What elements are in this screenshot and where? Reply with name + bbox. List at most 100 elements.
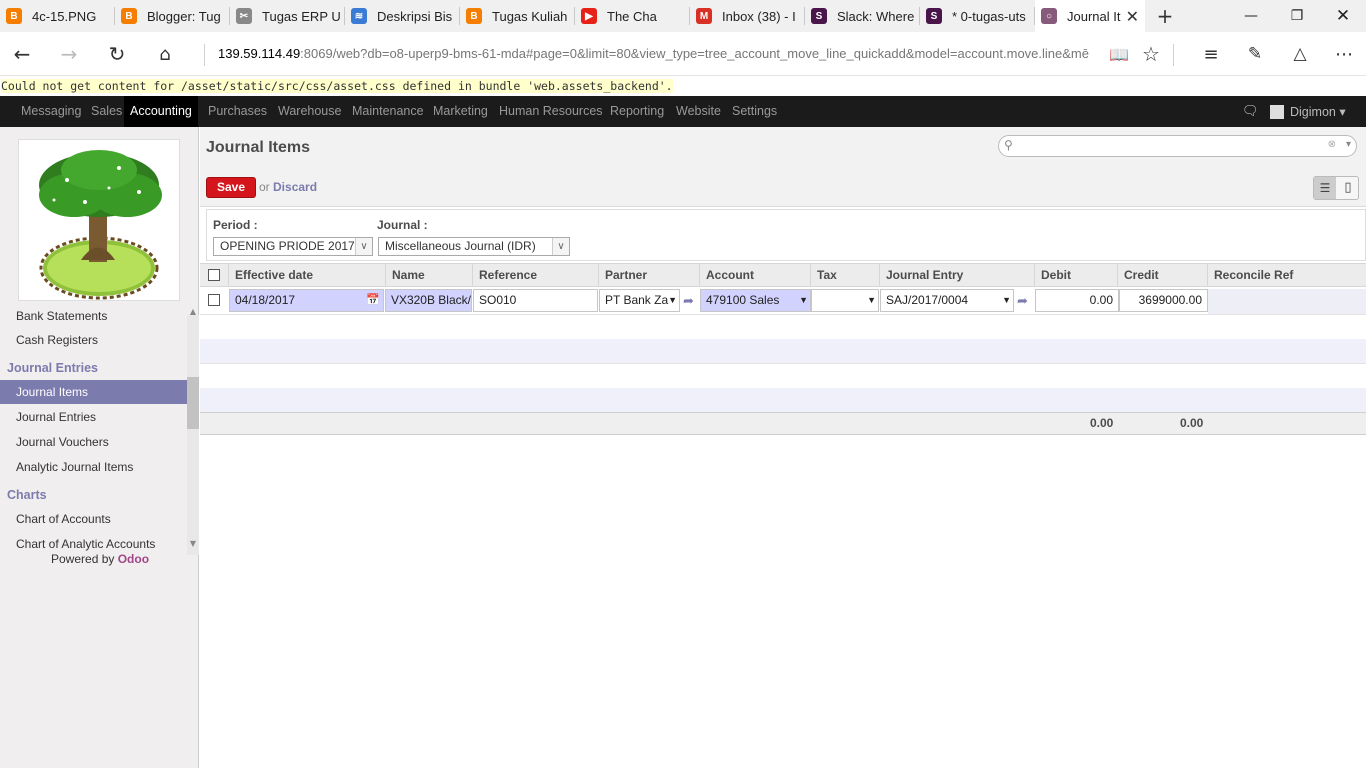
row-checkbox[interactable] [208,294,220,306]
menu-item-marketing[interactable]: Marketing [433,96,488,127]
tab-label: Tugas Kuliah [492,8,568,24]
browser-tab[interactable]: ✂ Tugas ERP U [230,0,345,32]
reading-view-icon[interactable]: 📖 [1107,42,1131,66]
favorite-star-icon[interactable]: ☆ [1139,42,1163,66]
more-icon[interactable]: ⋯ [1332,42,1356,66]
reference-field[interactable]: SO010 [473,289,598,312]
column-header-credit[interactable]: Credit [1117,264,1207,288]
account-field[interactable]: 479100 Sales ▼ [700,289,811,312]
menu-item-website[interactable]: Website [676,96,721,127]
url-field[interactable]: 139.59.114.49:8069/web?db=o8-uperp9-bms-… [218,46,1092,61]
period-select[interactable]: OPENING PRIODE 2017 ∨ [213,237,373,256]
forward-icon[interactable]: → [57,42,81,66]
hub-icon[interactable]: ≡ [1199,42,1223,66]
effective-date-field[interactable]: 04/18/2017 📅 [229,289,384,312]
debit-field[interactable]: 0.00 [1035,289,1119,312]
menu-item-purchases[interactable]: Purchases [208,96,267,127]
sidebar-item-bank-statements[interactable]: Bank Statements [16,309,107,323]
clear-search-icon[interactable]: ⊗ [1328,139,1336,150]
column-header-effective-date[interactable]: Effective date [228,264,385,288]
reconcile-cell [1208,289,1366,314]
browser-tab[interactable]: S Slack: Where [805,0,920,32]
column-header-journal-entry[interactable]: Journal Entry [879,264,1034,288]
browser-tab[interactable]: B Tugas Kuliah [460,0,575,32]
external-link-icon[interactable]: ➦ [683,294,694,309]
sidebar-item-journal-vouchers[interactable]: Journal Vouchers [16,435,109,449]
browser-tab[interactable]: B Blogger: Tug [115,0,230,32]
dropdown-arrow-icon[interactable]: ▼ [867,290,876,311]
column-header-account[interactable]: Account [699,264,810,288]
column-header-partner[interactable]: Partner [598,264,699,288]
browser-tab[interactable]: M Inbox (38) - I [690,0,805,32]
sidebar-scrollbar[interactable] [187,315,199,555]
browser-tab[interactable]: ○ Journal It ✕ [1035,0,1145,32]
restore-icon[interactable]: ❐ [1274,0,1320,32]
menu-item-accounting[interactable]: Accounting [124,96,198,127]
sidebar-item-cash-registers[interactable]: Cash Registers [16,333,98,347]
sidebar-item-chart-of-analytic-accounts[interactable]: Chart of Analytic Accounts [16,537,155,551]
browser-tab[interactable]: ≋ Deskripsi Bis [345,0,460,32]
calendar-icon[interactable]: 📅 [366,290,380,311]
dropdown-arrow-icon[interactable]: ▼ [799,290,808,311]
name-field[interactable]: /VX320B Black [385,289,472,312]
browser-tab[interactable]: ▶ The Cha [575,0,690,32]
close-tab-icon[interactable]: ✕ [1126,7,1139,27]
menu-item-human-resources[interactable]: Human Resources [499,96,603,127]
minimize-icon[interactable]: — [1228,0,1274,32]
back-icon[interactable]: ← [10,42,34,66]
youtube-icon: ▶ [581,8,597,24]
menu-item-settings[interactable]: Settings [732,96,777,127]
scroll-down-icon[interactable]: ▼ [187,539,199,548]
discard-button[interactable]: Discard [273,180,317,194]
select-all-checkbox[interactable] [208,269,220,281]
tab-label: * 0-tugas-uts [952,8,1026,24]
menu-item-reporting[interactable]: Reporting [610,96,664,127]
column-header-reference[interactable]: Reference [472,264,598,288]
column-header-debit[interactable]: Debit [1034,264,1117,288]
top-menu: Messaging Sales Accounting Purchases Warehou… [0,96,1366,127]
menu-item-sales[interactable]: Sales [91,96,122,127]
form-view-icon[interactable]: ▯ [1337,177,1359,199]
browser-tab[interactable]: S * 0-tugas-uts [920,0,1035,32]
column-header-tax[interactable]: Tax [810,264,879,288]
column-header-reconcile-ref[interactable]: Reconcile Ref [1207,264,1366,288]
tax-field[interactable]: ▼ [811,289,879,312]
sidebar: Bank Statements Cash Registers Journal Ent… [0,127,199,768]
sidebar-scrollbar-thumb[interactable] [187,377,199,429]
dropdown-arrow-icon[interactable]: ▼ [1002,290,1011,311]
refresh-icon[interactable]: ↻ [105,42,129,66]
scroll-up-icon[interactable]: ▲ [187,307,199,316]
dropdown-arrow-icon[interactable]: ▼ [668,290,677,311]
chat-icon[interactable]: 🗨 [1242,104,1259,119]
share-icon[interactable]: △ [1288,42,1312,66]
search-options-icon[interactable]: ▾ [1346,139,1351,150]
menu-item-warehouse[interactable]: Warehouse [278,96,341,127]
browser-tab[interactable]: B 4c-15.PNG [0,0,115,32]
close-window-icon[interactable]: ✕ [1320,0,1366,32]
sidebar-item-analytic-journal-items[interactable]: Analytic Journal Items [16,460,133,474]
column-header-name[interactable]: Name [385,264,472,288]
sidebar-item-journal-items[interactable]: Journal Items [16,385,88,399]
user-menu[interactable]: Digimon ▾ [1290,104,1346,119]
slack-icon: S [926,8,942,24]
view-switcher: ☰ ▯ [1313,176,1359,200]
web-note-icon[interactable]: ✎ [1243,42,1267,66]
sidebar-item-chart-of-accounts[interactable]: Chart of Accounts [16,512,111,526]
partner-field[interactable]: PT Bank Za ▼ [599,289,680,312]
external-link-icon[interactable]: ➦ [1017,294,1028,309]
credit-field[interactable]: 3699000.00 [1119,289,1208,312]
period-value: OPENING PRIODE 2017 [220,239,355,253]
menu-item-messaging[interactable]: Messaging [21,96,81,127]
blogger-icon: B [121,8,137,24]
sidebar-item-journal-entries[interactable]: Journal Entries [16,410,96,424]
menu-item-maintenance[interactable]: Maintenance [352,96,424,127]
save-button[interactable]: Save [206,177,256,198]
journal-select[interactable]: Miscellaneous Journal (IDR) ∨ [378,237,570,256]
tab-label: Inbox (38) - I [722,8,796,24]
new-tab-button[interactable]: + [1145,0,1185,32]
list-view-icon[interactable]: ☰ [1314,177,1336,199]
journal-entry-field[interactable]: SAJ/2017/0004 ▼ [880,289,1014,312]
odoo-link[interactable]: Odoo [118,552,149,566]
search-input[interactable]: ⚲ ⊗ ▾ [998,135,1357,157]
home-icon[interactable]: ⌂ [153,42,177,66]
